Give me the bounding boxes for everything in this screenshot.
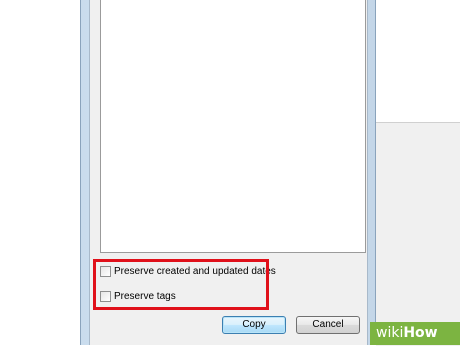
watermark-prefix: wiki <box>376 325 404 341</box>
copy-button[interactable]: Copy <box>222 316 286 334</box>
highlight-annotation-box <box>93 259 269 310</box>
wikihow-watermark: wikiHow <box>370 322 460 345</box>
background-window-panel <box>376 122 460 346</box>
cancel-button[interactable]: Cancel <box>296 316 360 334</box>
notes-list-box[interactable] <box>100 0 366 253</box>
watermark-suffix: How <box>403 325 438 341</box>
